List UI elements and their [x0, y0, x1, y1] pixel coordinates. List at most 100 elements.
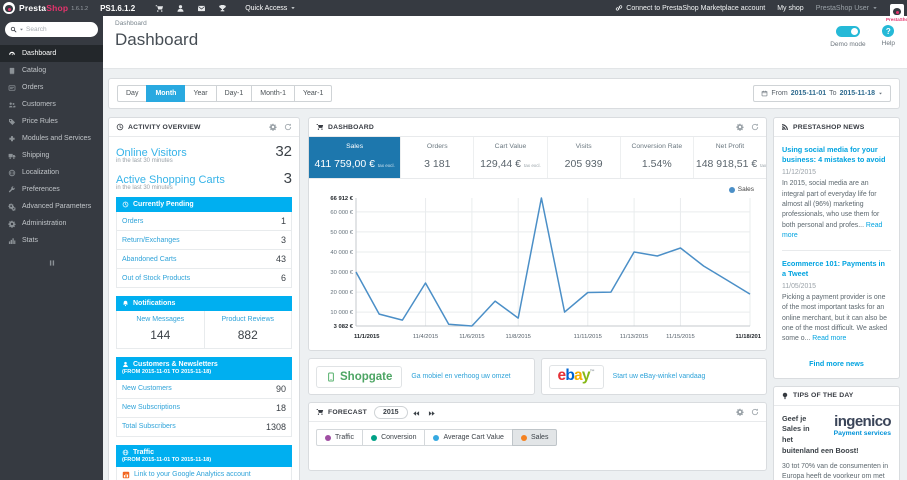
currently-pending-section: Currently Pending Orders 1 Return/Exchan…: [116, 197, 292, 289]
user-avatar[interactable]: PrestaShop: [886, 3, 907, 22]
article-title-link[interactable]: Using social media for your business: 4 …: [782, 145, 891, 165]
chart-legend[interactable]: Sales: [728, 186, 754, 193]
kpi-orders-tab[interactable]: Orders 3 181: [401, 137, 475, 178]
new-subscriptions-link[interactable]: New Subscriptions: [122, 404, 180, 411]
gear-icon[interactable]: [736, 408, 744, 416]
demo-mode-toggle[interactable]: [835, 26, 860, 37]
new-messages-cell[interactable]: New Messages 144: [117, 311, 204, 348]
sidebar-collapse-button[interactable]: [0, 259, 103, 267]
ebay-logo[interactable]: e b a y ™: [548, 364, 604, 389]
sidebar-item-dashboard[interactable]: Dashboard: [0, 45, 103, 62]
gear-icon[interactable]: [736, 123, 744, 131]
svg-text:40 000 €: 40 000 €: [330, 250, 353, 256]
page-title: Dashboard: [115, 30, 199, 49]
sidebar-item-preferences[interactable]: Preferences: [0, 181, 103, 198]
product-reviews-cell[interactable]: Product Reviews 882: [203, 311, 292, 349]
messages-icon[interactable]: [197, 4, 206, 13]
sidebar-item-label: Stats: [22, 237, 38, 244]
filter-day-button[interactable]: Day: [117, 85, 148, 102]
sidebar-item-shipping[interactable]: Shipping: [0, 147, 103, 164]
kpi-sales-tab[interactable]: Sales 411 759,00 € tax excl.: [309, 137, 402, 178]
google-analytics-link[interactable]: Link to your Google Analytics account: [122, 471, 251, 479]
brand-presta: Presta: [19, 3, 47, 13]
filter-day-1-button[interactable]: Day-1: [215, 85, 253, 102]
filter-year-button[interactable]: Year: [184, 85, 217, 102]
shopgate-logo[interactable]: Shopgate: [316, 365, 403, 388]
forecast-previous-button[interactable]: [408, 404, 424, 421]
help-icon[interactable]: ?: [882, 25, 895, 37]
pending-orders-link[interactable]: Orders: [122, 218, 143, 225]
date-to-value: 2015-11-18: [839, 90, 875, 97]
date-range-picker[interactable]: From 2015-11-01 To 2015-11-18: [753, 85, 891, 102]
tips-panel-title: TIPS OF THE DAY: [793, 392, 854, 400]
quick-access-menu[interactable]: Quick Access: [245, 5, 296, 12]
search-scope-caret-icon[interactable]: [19, 27, 24, 32]
marketplace-label: Connect to PrestaShop Marketplace accoun…: [626, 4, 766, 12]
sidebar-item-price-rules[interactable]: Price Rules: [0, 113, 103, 130]
toggle-average-cart-value-button[interactable]: Average Cart Value: [424, 429, 513, 446]
article-title-link[interactable]: Ecommerce 101: Payments in a Tweet: [782, 259, 891, 279]
collapse-icon: [48, 259, 56, 267]
sidebar-item-advanced-parameters[interactable]: Advanced Parameters: [0, 198, 103, 215]
kpi-cart-value-tab[interactable]: Cart Value 129,44 € tax excl.: [474, 137, 548, 178]
toggle-sales-button[interactable]: Sales: [511, 429, 558, 446]
find-more-news-link[interactable]: Find more news: [782, 353, 891, 376]
sidebar-item-administration[interactable]: Administration: [0, 215, 103, 232]
sidebar-search[interactable]: [5, 22, 98, 37]
shopgate-link[interactable]: Ga mobiel en verhoog uw omzet: [411, 373, 510, 380]
refresh-icon[interactable]: [284, 123, 292, 131]
gear-icon[interactable]: [269, 123, 277, 131]
my-shop-link[interactable]: My shop: [777, 5, 803, 12]
pending-returns-link[interactable]: Return/Exchanges: [122, 237, 180, 244]
trophy-icon[interactable]: [218, 4, 227, 13]
forecast-year-selector[interactable]: 2015: [373, 405, 408, 419]
kpi-value: 148 918,51 €: [695, 158, 758, 170]
sidebar-item-customers[interactable]: Customers: [0, 96, 103, 113]
product-reviews-label: Product Reviews: [221, 316, 275, 324]
refresh-icon[interactable]: [751, 123, 759, 131]
sidebar-item-localization[interactable]: Localization: [0, 164, 103, 181]
sales-chart-container: Sales 3 082 € 10 000 € 20 000 € 30 000 € 40 …: [309, 179, 766, 350]
sidebar-item-stats[interactable]: Stats: [0, 232, 103, 249]
read-more-link[interactable]: Read more: [812, 335, 846, 342]
svg-text:11/4/2015: 11/4/2015: [413, 334, 438, 340]
svg-text:10 000 €: 10 000 €: [330, 310, 353, 316]
kpi-conversion-rate-tab[interactable]: Conversion Rate 1.54%: [621, 137, 694, 178]
forecast-next-button[interactable]: [424, 404, 440, 421]
sidebar-item-catalog[interactable]: Catalog: [0, 62, 103, 79]
abandoned-carts-link[interactable]: Abandoned Carts: [122, 256, 176, 263]
kpi-visits-tab[interactable]: Visits 205 939: [548, 137, 621, 178]
filter-year-1-button[interactable]: Year-1: [293, 85, 333, 102]
lightbulb-icon: [781, 392, 789, 400]
out-of-stock-link[interactable]: Out of Stock Products: [122, 275, 190, 282]
user-menu[interactable]: PrestaShop User: [816, 5, 878, 12]
new-customers-link[interactable]: New Customers: [122, 385, 172, 392]
sidebar-item-modules[interactable]: Modules and Services: [0, 130, 103, 147]
customer-icon[interactable]: [176, 4, 185, 13]
ebay-letter: a: [574, 366, 583, 384]
sidebar-item-orders[interactable]: Orders: [0, 79, 103, 96]
breadcrumb[interactable]: Dashboard: [115, 20, 907, 27]
svg-text:3 082 €: 3 082 €: [334, 324, 354, 330]
filter-month-1-button[interactable]: Month-1: [251, 85, 295, 102]
filter-month-button[interactable]: Month: [146, 85, 186, 102]
kpi-net-profit-tab[interactable]: Net Profit 148 918,51 € tax excl.: [694, 137, 766, 178]
prestashop-news-panel: PRESTASHOP NEWS Using social media for y…: [773, 117, 900, 379]
toggle-traffic-button[interactable]: Traffic: [316, 429, 364, 446]
shop-name[interactable]: PS1.6.1.2: [100, 4, 135, 13]
ingenico-logo[interactable]: ingenico Payment services: [815, 414, 892, 438]
my-shop-label: My shop: [777, 4, 804, 12]
marketplace-link[interactable]: Connect to PrestaShop Marketplace accoun…: [615, 4, 765, 12]
list-item: Ecommerce 101: Payments in a Tweet 11/05…: [782, 249, 891, 353]
kpi-value: 1.54%: [641, 158, 672, 170]
average-cart-value-dot: [433, 434, 440, 441]
toggle-conversion-button[interactable]: Conversion: [362, 429, 426, 446]
top-bar: PrestaShop 1.6.1.2 PS1.6.1.2 Quick Acces…: [0, 0, 907, 22]
refresh-icon[interactable]: [751, 408, 759, 416]
ebay-link[interactable]: Start uw eBay-winkel vandaag: [613, 373, 706, 380]
svg-text:11/13/2015: 11/13/2015: [620, 334, 649, 340]
svg-text:30 000 €: 30 000 €: [330, 270, 353, 276]
cart-icon[interactable]: [155, 4, 164, 13]
search-input[interactable]: [26, 26, 78, 33]
total-subscribers-link[interactable]: Total Subscribers: [122, 423, 176, 430]
